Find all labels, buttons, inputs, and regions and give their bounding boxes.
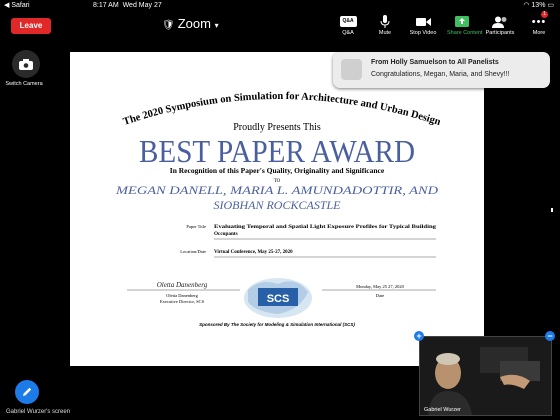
signer-title: Executive Director, SCS (160, 299, 205, 305)
participants-button[interactable]: Participants (485, 14, 515, 36)
certificate-award-title: BEST PAPER AWARD (139, 133, 415, 169)
location-value: Virtual Conference, May 25-27, 2020 (214, 250, 293, 255)
qa-button[interactable]: Q&A Q&A (333, 14, 363, 36)
meeting-title[interactable]: 🛡 Zoom ▾ (162, 16, 219, 31)
stop-video-button[interactable]: Stop Video (408, 14, 438, 36)
chevron-down-icon: ▾ (214, 21, 219, 30)
qa-icon: Q&A (339, 16, 357, 27)
share-screen-icon (455, 16, 469, 27)
date-value: Monday, May 25 27, 2020 (356, 284, 404, 290)
switch-camera-button[interactable]: Switch Camera (5, 50, 44, 87)
status-battery: ◠ 13% ▭ (523, 2, 554, 9)
mute-label: Mute (378, 30, 392, 36)
pencil-icon (23, 387, 32, 396)
status-carrier: ◀ Safari (4, 2, 30, 9)
certificate-recipients-line2: SIOBHAN ROCKCASTLE (213, 198, 341, 212)
mute-button[interactable]: Mute (370, 14, 400, 36)
certificate-recognition: In Recognition of this Paper's Quality, … (170, 166, 385, 175)
share-content-label: Share Content (447, 30, 483, 36)
qa-label: Q&A (342, 30, 354, 36)
scs-logo: SCS (244, 278, 312, 318)
svg-text:SCS: SCS (267, 293, 290, 305)
paper-title-value-1: Evaluating Temporal and Spatial Light Ex… (214, 224, 437, 230)
date-label: Date (376, 293, 385, 298)
leave-button[interactable]: Leave (11, 18, 51, 34)
status-bar: ◀ Safari 8:17 AM Wed May 27 ◠ 13% ▭ (0, 0, 560, 11)
expand-video-button[interactable]: + (414, 331, 424, 341)
user-avatar-icon (341, 59, 362, 80)
participants-icon (492, 16, 507, 28)
notification-message: Congratulations, Megan, Maria, and Shevy… (371, 71, 510, 78)
location-label: Location/Date (180, 249, 206, 254)
video-camera-icon (415, 17, 431, 26)
switch-camera-icon (19, 58, 33, 70)
wifi-icon: ◠ (523, 2, 530, 9)
minus-icon: − (547, 331, 553, 341)
participant-video (420, 337, 551, 415)
stop-video-label: Stop Video (409, 30, 437, 36)
signer-name: Oletta Danenberg (166, 293, 199, 298)
certificate-recipients-line1: MEGAN DANELL, MARIA L. AMUNDADOTTIR, AND (115, 183, 439, 197)
paper-title-label: Paper Title (186, 224, 206, 229)
notification-badge: 1 (541, 11, 548, 18)
status-clock: 8:17 AM Wed May 27 (93, 2, 162, 9)
shield-check-icon: 🛡 (162, 20, 175, 31)
battery-icon: ▭ (547, 2, 554, 9)
signature: Oletta Danenberg (157, 281, 208, 289)
certificate-sponsor: Sponsored By The Society for Modeling & … (199, 322, 355, 327)
notification-from: From Holly Samuelson to All Panelists (371, 59, 499, 66)
paper-title-value-2: Occupants (214, 231, 238, 237)
chat-notification[interactable]: From Holly Samuelson to All Panelists Co… (333, 52, 550, 88)
cursor-icon (551, 208, 553, 212)
share-content-button[interactable]: Share Content (447, 14, 483, 36)
minimize-video-button[interactable]: − (545, 331, 555, 341)
video-thumbnail[interactable]: Gabriel Wurzer (419, 336, 552, 416)
microphone-icon (380, 15, 390, 28)
plus-icon: + (416, 331, 422, 341)
screen-share-label: Gabriel Wurzer's screen (6, 409, 71, 415)
certificate-presents: Proudly Presents This (233, 122, 321, 133)
more-label: More (532, 30, 546, 36)
shared-screen: The 2020 Symposium on Simulation for Arc… (70, 52, 484, 366)
more-button[interactable]: ••• 1 More (524, 11, 554, 36)
switch-camera-label: Switch Camera (5, 81, 43, 87)
video-participant-name: Gabriel Wurzer (424, 407, 461, 413)
annotate-button[interactable] (15, 380, 39, 404)
participants-label: Participants (485, 30, 515, 36)
certificate: The 2020 Symposium on Simulation for Arc… (115, 91, 442, 327)
